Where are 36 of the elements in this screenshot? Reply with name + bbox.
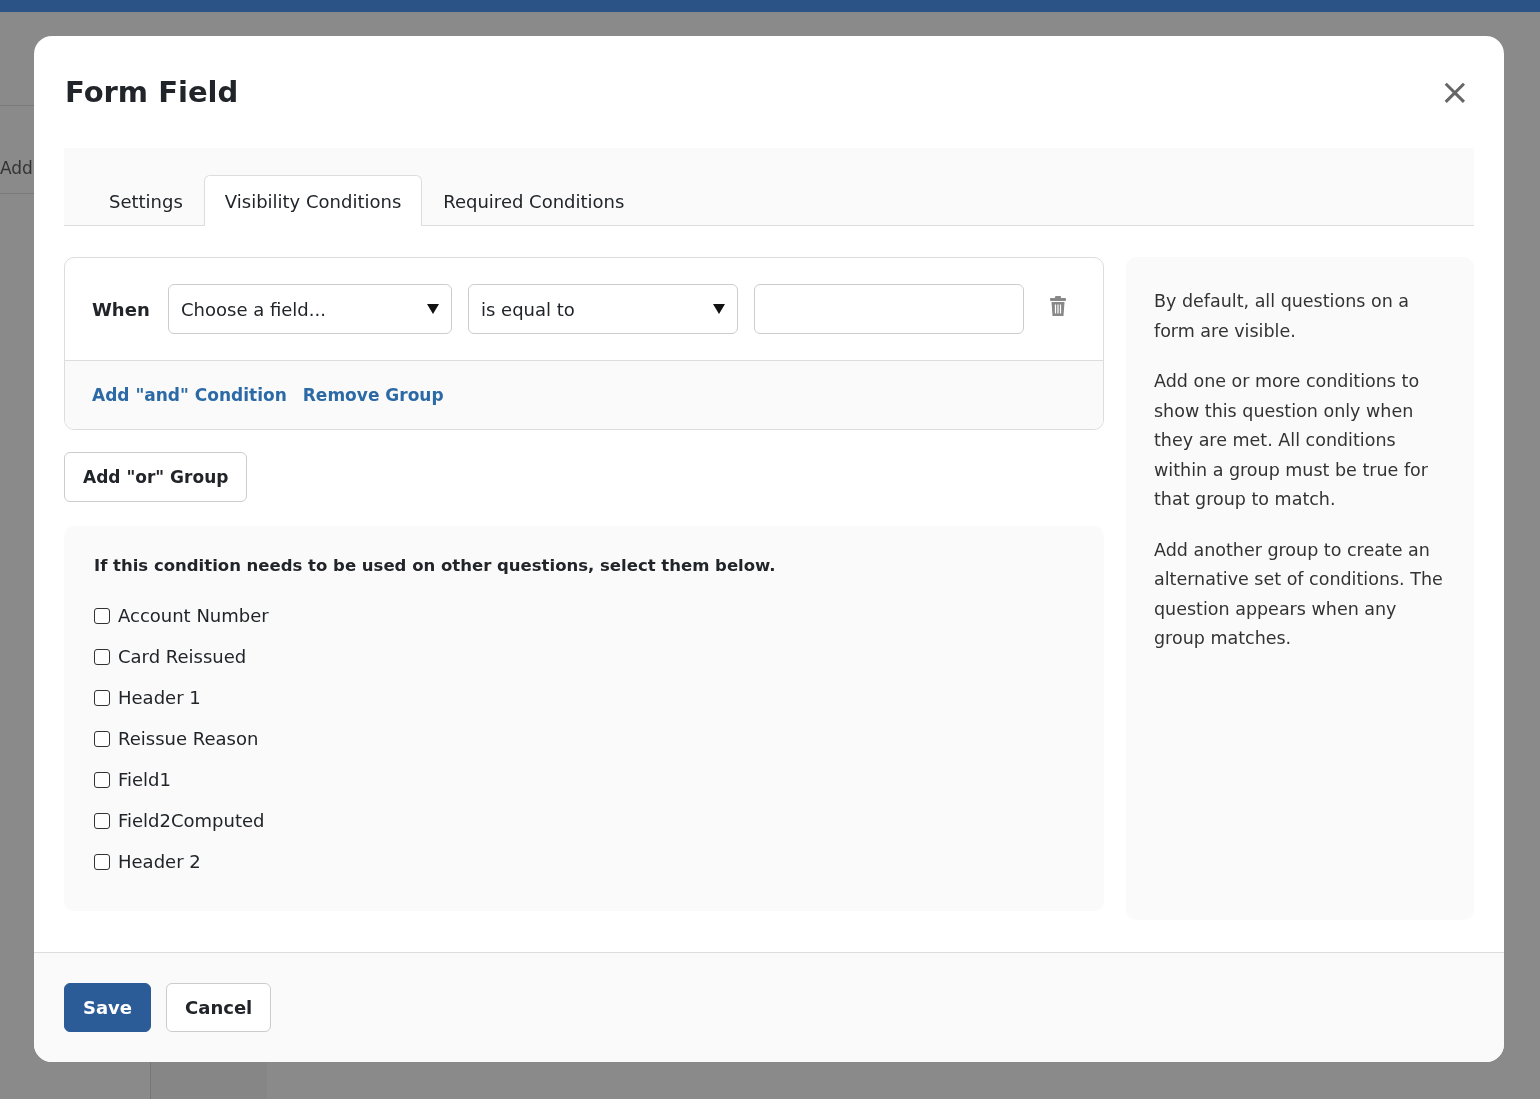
checkbox[interactable] xyxy=(94,689,110,706)
checkbox-label: Card Reissued xyxy=(118,646,247,667)
checkbox[interactable] xyxy=(94,771,110,788)
checkbox-label: Account Number xyxy=(118,605,269,626)
panel-heading: If this condition needs to be used on other questions, select them below. xyxy=(94,556,777,575)
add-group-button[interactable]: Add "or" Group xyxy=(64,452,248,502)
checkbox[interactable] xyxy=(94,812,110,829)
checkbox-label: Reissue Reason xyxy=(118,728,259,749)
checkbox-label: Header 1 xyxy=(118,687,201,708)
caret-icon xyxy=(427,304,439,314)
help-text: By default, all questions on a form are visible. xyxy=(1154,290,1410,343)
close-button[interactable]: × xyxy=(1439,74,1470,110)
help-text: Add another group to create an alternative set of conditions. The question appears when any group matches. xyxy=(1154,538,1444,650)
caret-icon xyxy=(713,304,725,314)
field-select[interactable]: Choose a field... xyxy=(168,284,452,334)
operator-select[interactable]: is equal to xyxy=(468,284,738,334)
background-button-text: Add xyxy=(0,158,33,178)
link[interactable]: Add "and" Condition xyxy=(92,385,287,405)
checkbox[interactable] xyxy=(94,648,110,665)
trash-icon[interactable] xyxy=(1050,296,1066,316)
when-label: When xyxy=(92,298,151,320)
checkbox[interactable] xyxy=(94,607,110,624)
checkbox[interactable] xyxy=(94,853,110,870)
checkbox-label: Field2Computed xyxy=(118,810,265,831)
save-button[interactable]: Save xyxy=(64,983,152,1032)
tab[interactable]: Settings xyxy=(88,175,204,226)
value-input[interactable] xyxy=(754,284,1024,334)
dialog-title: Form Field xyxy=(65,75,239,109)
tab[interactable]: Required Conditions xyxy=(422,175,646,226)
checkbox[interactable] xyxy=(94,730,110,747)
link[interactable]: Remove Group xyxy=(302,385,444,405)
cancel-button[interactable]: Cancel xyxy=(166,983,272,1032)
help-text: Add one or more conditions to show this question only when they are met. All conditions within a group must be true for that group to match. xyxy=(1154,370,1429,511)
checkbox-label: Field1 xyxy=(118,769,171,790)
tab[interactable]: Visibility Conditions xyxy=(203,175,423,226)
checkbox-label: Header 2 xyxy=(118,851,201,872)
